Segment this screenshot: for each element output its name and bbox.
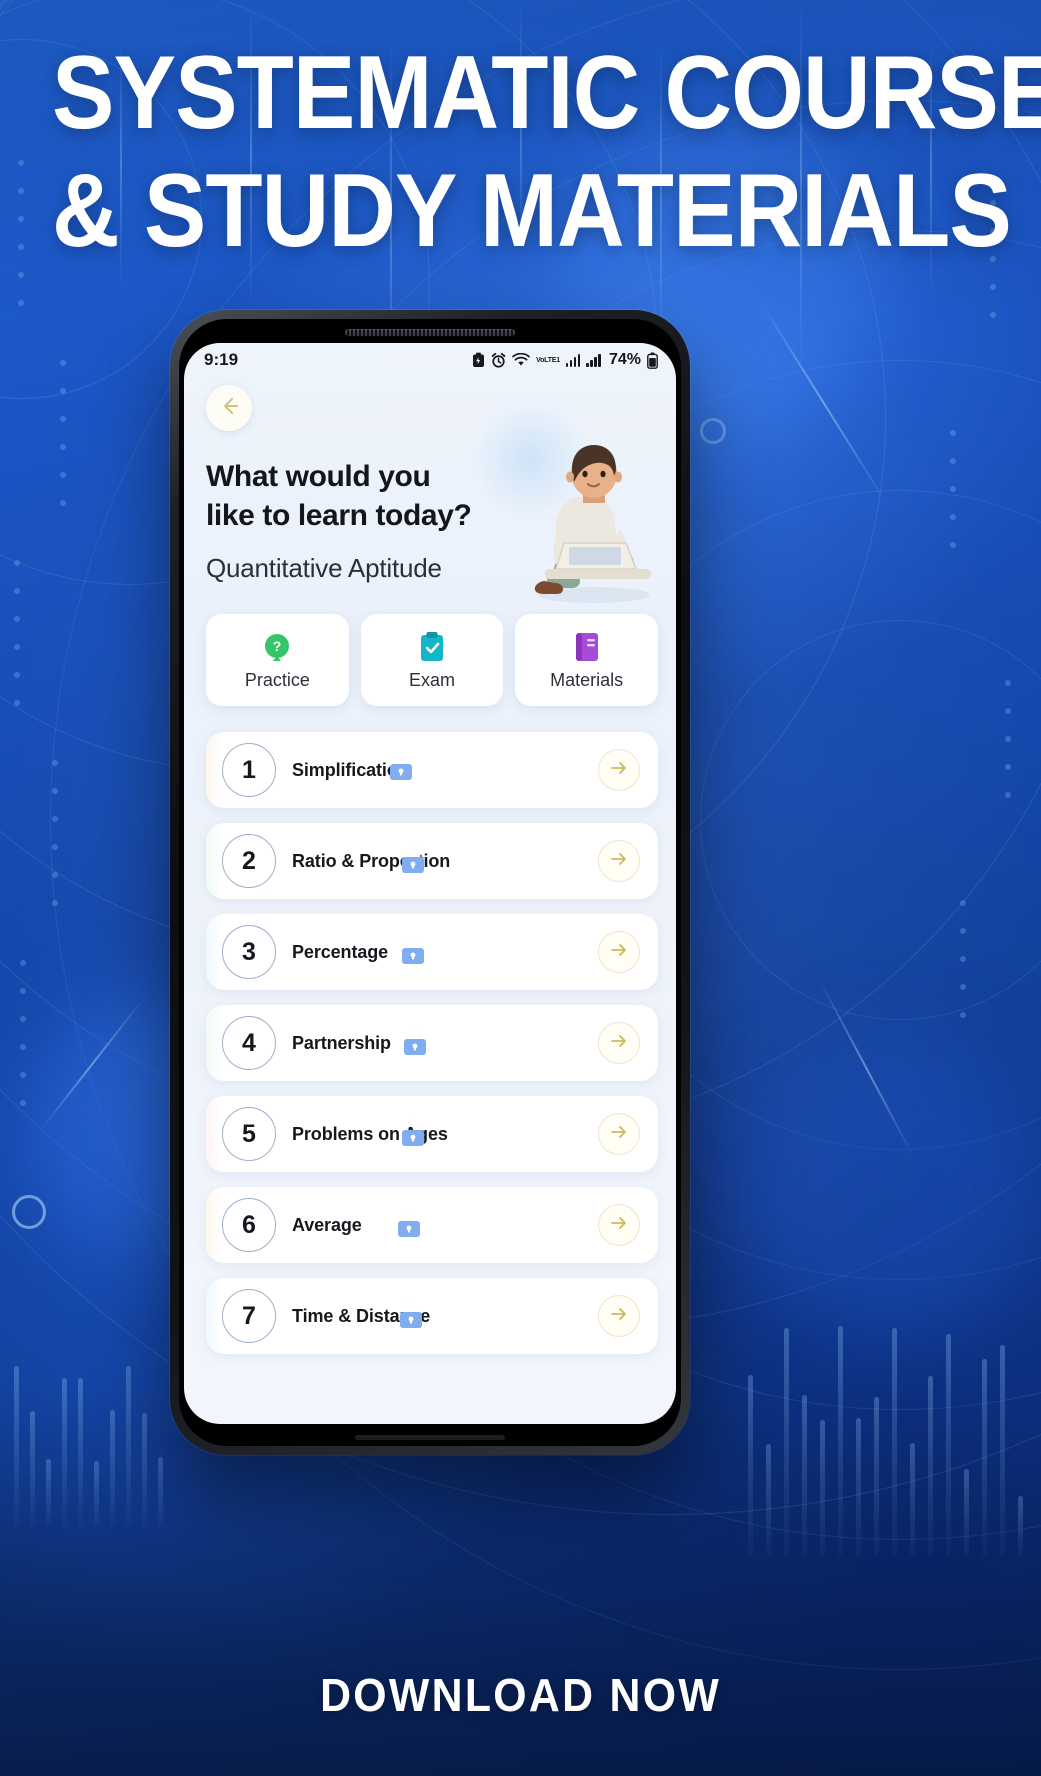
topic-number: 3: [222, 925, 276, 979]
lock-icon: [392, 1207, 426, 1241]
topic-number: 7: [222, 1289, 276, 1343]
topic-open-button[interactable]: [598, 931, 640, 973]
arrow-right-icon: [609, 758, 629, 783]
topic-number: 5: [222, 1107, 276, 1161]
student-with-laptop-illustration: [520, 445, 670, 605]
chip-practice[interactable]: ? Practice: [206, 614, 349, 706]
status-icons: VoLTE1 74%: [472, 351, 658, 369]
book-icon: [515, 630, 658, 664]
topic-open-button[interactable]: [598, 749, 640, 791]
arrow-right-icon: [609, 1031, 629, 1056]
chip-label: Practice: [244, 670, 310, 690]
topic-open-button[interactable]: [598, 1204, 640, 1246]
alarm-icon: [491, 352, 506, 368]
signal-bars-icon: [586, 353, 601, 367]
lock-icon: [384, 750, 418, 784]
chip-label: Exam: [409, 670, 456, 690]
phone-bezel: 9:19 VoLTE1 74% What would you like to l…: [179, 319, 681, 1446]
battery-percent-label: 74%: [608, 351, 641, 368]
topic-number: 6: [222, 1198, 276, 1252]
table-row[interactable]: 7 Time & Distance: [206, 1278, 658, 1354]
chip-materials[interactable]: Materials: [515, 614, 659, 706]
topic-open-button[interactable]: [598, 840, 640, 882]
topic-number: 4: [222, 1016, 276, 1070]
topic-open-button[interactable]: [598, 1295, 640, 1337]
chip-exam[interactable]: Exam: [360, 614, 504, 706]
topic-number: 1: [222, 743, 276, 797]
phone-home-indicator: [355, 1435, 505, 1440]
page-title-line-2: like to learn today?: [206, 499, 472, 532]
wifi-icon: [512, 353, 530, 367]
lock-icon: [396, 1116, 430, 1150]
arrow-right-icon: [609, 1304, 629, 1329]
headline-line-1: SYSTEMATIC COURSES: [52, 35, 1041, 151]
battery-saver-icon: [472, 352, 485, 368]
app-header: [184, 377, 676, 519]
svg-text:?: ?: [273, 638, 282, 654]
headline-line-2: & STUDY MATERIALS: [52, 153, 1012, 269]
phone-screen: 9:19 VoLTE1 74% What would you like to l…: [184, 343, 676, 1424]
topic-open-button[interactable]: [598, 1022, 640, 1064]
topic-name: Percentage: [292, 941, 389, 962]
lock-icon: [396, 843, 430, 877]
phone-speaker-grille: [345, 329, 515, 336]
arrow-right-icon: [609, 1122, 629, 1147]
arrow-right-icon: [609, 1213, 629, 1238]
lock-icon: [398, 1025, 432, 1059]
topic-number: 2: [222, 834, 276, 888]
chip-label: Materials: [550, 670, 624, 690]
question-badge-icon: ?: [206, 630, 349, 664]
back-button[interactable]: [206, 385, 252, 431]
topic-name: Average: [292, 1214, 362, 1235]
table-row[interactable]: 3 Percentage: [206, 914, 658, 990]
phone-mockup: 9:19 VoLTE1 74% What would you like to l…: [170, 310, 690, 1455]
status-time: 9:19: [204, 350, 239, 369]
table-row[interactable]: 6 Average: [206, 1187, 658, 1263]
table-row[interactable]: 4 Partnership: [206, 1005, 658, 1081]
lock-icon: [394, 1298, 428, 1332]
topic-list: 1 Simplification 2 Ratio & Proportion 3 …: [184, 706, 676, 1354]
topic-open-button[interactable]: [598, 1113, 640, 1155]
table-row[interactable]: 5 Problems on Ages: [206, 1096, 658, 1172]
arrow-left-icon: [217, 394, 241, 423]
page-title: What would you like to learn today?: [206, 457, 506, 535]
lock-icon: [396, 934, 430, 968]
topic-name: Partnership: [292, 1032, 391, 1053]
arrow-right-icon: [609, 849, 629, 874]
volte-icon: VoLTE1: [536, 356, 560, 364]
table-row[interactable]: 2 Ratio & Proportion: [206, 823, 658, 899]
page-title-line-1: What would you: [206, 460, 431, 493]
banner-headline: SYSTEMATIC COURSES & STUDY MATERIALS: [0, 34, 1041, 270]
cta-label: DOWNLOAD NOW: [320, 1669, 721, 1721]
arrow-right-icon: [609, 940, 629, 965]
status-bar: 9:19 VoLTE1 74%: [184, 343, 676, 377]
signal-bars-icon: [565, 353, 581, 367]
download-now-cta[interactable]: DOWNLOAD NOW: [0, 1668, 1041, 1722]
table-row[interactable]: 1 Simplification: [206, 732, 658, 808]
battery-icon: [647, 352, 658, 369]
clipboard-check-icon: [361, 630, 504, 664]
